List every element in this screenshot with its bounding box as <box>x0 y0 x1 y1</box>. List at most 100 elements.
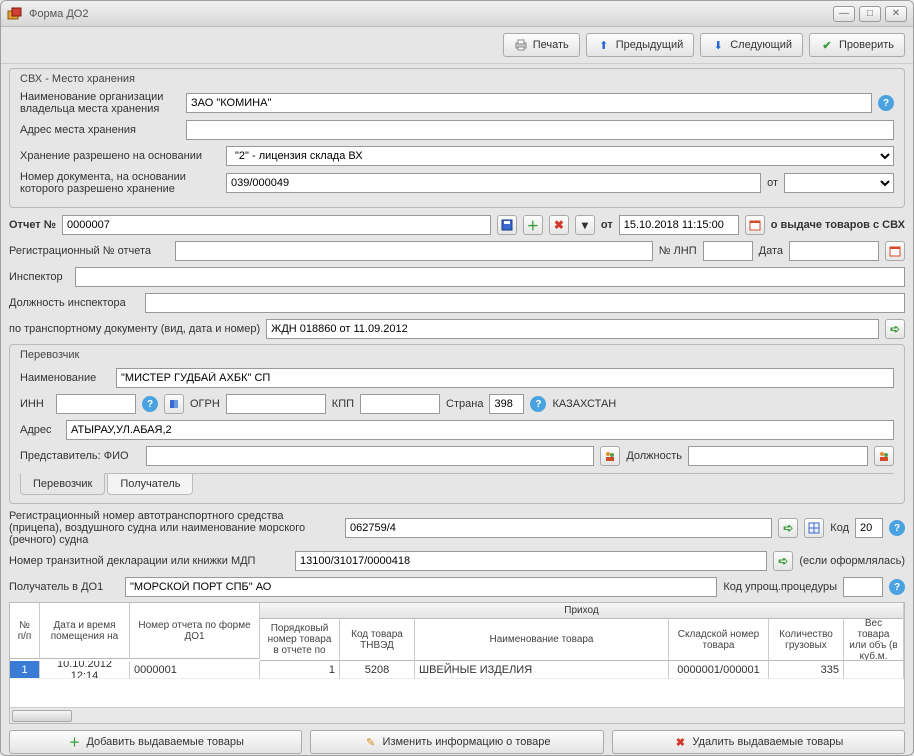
docnum-label: Номер документа, на основании которого р… <box>20 171 220 195</box>
calendar-icon-button[interactable] <box>745 215 765 235</box>
add-goods-button[interactable]: ＋ Добавить выдаваемые товары <box>9 730 302 754</box>
vehicle-reg-label: Регистрационный номер автотранспортного … <box>9 510 339 546</box>
docdate-select[interactable] <box>784 173 894 193</box>
kpp-input[interactable] <box>360 394 440 414</box>
inspector-input[interactable] <box>75 267 905 287</box>
simpl-input[interactable] <box>843 577 883 597</box>
position-label: Должность инспектора <box>9 297 139 309</box>
calendar2-icon-button[interactable] <box>885 241 905 261</box>
inn-help-icon[interactable]: ? <box>142 396 158 412</box>
reg-input[interactable] <box>175 241 653 261</box>
cell-tnved: 5208 <box>340 661 415 679</box>
vehicle-help-icon[interactable]: ? <box>889 520 905 536</box>
toolbar: Печать ⬆ Предыдущий ⬇ Следующий ✔ Провер… <box>1 27 913 64</box>
plus-icon: ＋ <box>67 735 81 749</box>
carrier-name-input[interactable] <box>116 368 894 388</box>
ogrn-input[interactable] <box>226 394 326 414</box>
lnp-input[interactable] <box>703 241 753 261</box>
vehicle-code-input[interactable] <box>855 518 883 538</box>
transport-input[interactable] <box>266 319 879 339</box>
window-title: Форма ДО2 <box>29 8 833 20</box>
vehicle-go-icon[interactable]: ➪ <box>778 518 798 538</box>
transit-go-icon[interactable]: ➪ <box>773 551 793 571</box>
next-button[interactable]: ⬇ Следующий <box>700 33 803 57</box>
date2-label: Дата <box>759 245 783 257</box>
report-num-input[interactable] <box>62 215 491 235</box>
goods-table: № п/п Дата и время помещения на Номер от… <box>9 602 905 724</box>
rep-pos-person-icon[interactable] <box>874 446 894 466</box>
carrier-address-input[interactable] <box>66 420 894 440</box>
cell-weight <box>844 661 904 679</box>
app-window: Форма ДО2 — □ ✕ Печать ⬆ Предыдущий ⬇ Сл… <box>0 0 914 756</box>
rep-input[interactable] <box>146 446 594 466</box>
carrier-address-label: Адрес <box>20 424 60 436</box>
th-datetime: Дата и время помещения на <box>40 603 130 659</box>
table-row[interactable]: 1 10.10.2012 12:14 0000001 1 5208 ШВЕЙНЫ… <box>10 661 904 679</box>
recipient-input[interactable] <box>125 577 717 597</box>
from-label: от <box>767 177 778 189</box>
edit-goods-button[interactable]: ✎ Изменить информацию о товаре <box>310 730 603 754</box>
arrow-up-icon: ⬆ <box>597 38 611 52</box>
save-icon-button[interactable] <box>497 215 517 235</box>
tab-recipient[interactable]: Получатель <box>107 474 193 495</box>
country-help-icon[interactable]: ? <box>530 396 546 412</box>
maximize-button[interactable]: □ <box>859 6 881 22</box>
org-label: Наименование организации владельца места… <box>20 91 180 115</box>
country-code-input[interactable] <box>489 394 524 414</box>
country-label: Страна <box>446 398 483 410</box>
delete-goods-button[interactable]: ✖ Удалить выдаваемые товары <box>612 730 905 754</box>
help-icon[interactable]: ? <box>878 95 894 111</box>
docnum-input[interactable] <box>226 173 761 193</box>
inn-input[interactable] <box>56 394 136 414</box>
position-input[interactable] <box>145 293 905 313</box>
check-icon: ✔ <box>820 38 834 52</box>
th-qty: Количество грузовых <box>769 619 844 661</box>
print-button[interactable]: Печать <box>503 33 580 57</box>
delete-icon-button[interactable]: ✖ <box>549 215 569 235</box>
prev-button[interactable]: ⬆ Предыдущий <box>586 33 694 57</box>
titlebar: Форма ДО2 — □ ✕ <box>1 1 913 27</box>
app-icon <box>7 6 23 22</box>
rep-label: Представитель: ФИО <box>20 450 140 462</box>
simpl-help-icon[interactable]: ? <box>889 579 905 595</box>
footer-buttons: ＋ Добавить выдаваемые товары ✎ Изменить … <box>9 730 905 754</box>
cell-do1: 0000001 <box>130 661 260 679</box>
table-hscroll[interactable] <box>10 707 904 723</box>
vehicle-reg-input[interactable] <box>345 518 772 538</box>
check-button[interactable]: ✔ Проверить <box>809 33 905 57</box>
minimize-button[interactable]: — <box>833 6 855 22</box>
inn-label: ИНН <box>20 398 50 410</box>
cell-seq: 1 <box>260 661 340 679</box>
address-label: Адрес места хранения <box>20 124 180 136</box>
vehicle-grid-icon[interactable] <box>804 518 824 538</box>
report-date-input[interactable] <box>619 215 739 235</box>
th-weight: Вес товара или объ (в куб.м. <box>844 619 904 661</box>
th-sklad: Складской номер товара <box>669 619 769 661</box>
inn-book-icon[interactable] <box>164 394 184 414</box>
permit-select[interactable]: "2" - лицензия склада ВХ <box>226 146 894 166</box>
dropdown-icon-button[interactable]: ▾ <box>575 215 595 235</box>
table-body: 1 10.10.2012 12:14 0000001 1 5208 ШВЕЙНЫ… <box>10 661 904 707</box>
content: СВХ - Место хранения Наименование органи… <box>1 64 913 755</box>
rep-pos-input[interactable] <box>688 446 868 466</box>
report-num-label: Отчет № <box>9 219 56 231</box>
cell-name: ШВЕЙНЫЕ ИЗДЕЛИЯ <box>415 661 669 679</box>
tab-carrier[interactable]: Перевозчик <box>20 473 105 495</box>
add-icon-button[interactable]: ＋ <box>523 215 543 235</box>
simpl-label: Код упрощ.процедуры <box>723 581 837 593</box>
transit-input[interactable] <box>295 551 767 571</box>
rep-person-icon[interactable] <box>600 446 620 466</box>
arrow-down-icon: ⬇ <box>711 38 725 52</box>
th-seq: Порядковый номер товара в отчете по <box>260 619 340 661</box>
org-input[interactable] <box>186 93 872 113</box>
lnp-label: № ЛНП <box>659 245 697 257</box>
th-num: № п/п <box>10 603 40 659</box>
address-input[interactable] <box>186 120 894 140</box>
reg-label: Регистрационный № отчета <box>9 245 169 257</box>
pencil-icon: ✎ <box>364 735 378 749</box>
carrier-name-label: Наименование <box>20 372 110 384</box>
close-button[interactable]: ✕ <box>885 6 907 22</box>
recipient-label: Получатель в ДО1 <box>9 581 119 593</box>
date2-input[interactable] <box>789 241 879 261</box>
transport-add-button[interactable]: ➪ <box>885 319 905 339</box>
